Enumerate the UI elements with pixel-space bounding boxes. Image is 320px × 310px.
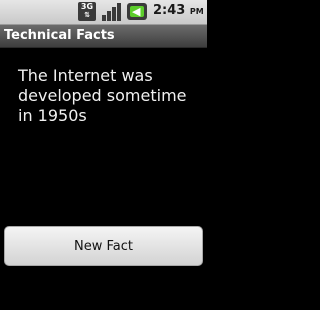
title-bar: Technical Facts [0, 25, 207, 48]
clock-ampm: PM [189, 7, 204, 16]
data-arrows-icon: ⇅ [84, 11, 90, 19]
signal-strength-icon [102, 3, 121, 21]
app-title: Technical Facts [4, 28, 115, 43]
clock-time: 2:43 [153, 3, 186, 18]
status-bar: 3G ⇅ ◀ 2:43 PM [0, 0, 207, 25]
3g-data-icon: 3G ⇅ [78, 2, 96, 21]
fact-text: The Internet was developed sometime in 1… [18, 66, 187, 125]
network-type-label: 3G [80, 2, 94, 11]
battery-charging-icon: ◀ [127, 3, 147, 20]
new-fact-button[interactable]: New Fact [4, 226, 203, 266]
charging-bolt-icon: ◀ [132, 5, 141, 18]
status-clock: 2:43 PM [153, 3, 204, 21]
new-fact-button-label: New Fact [74, 238, 133, 254]
